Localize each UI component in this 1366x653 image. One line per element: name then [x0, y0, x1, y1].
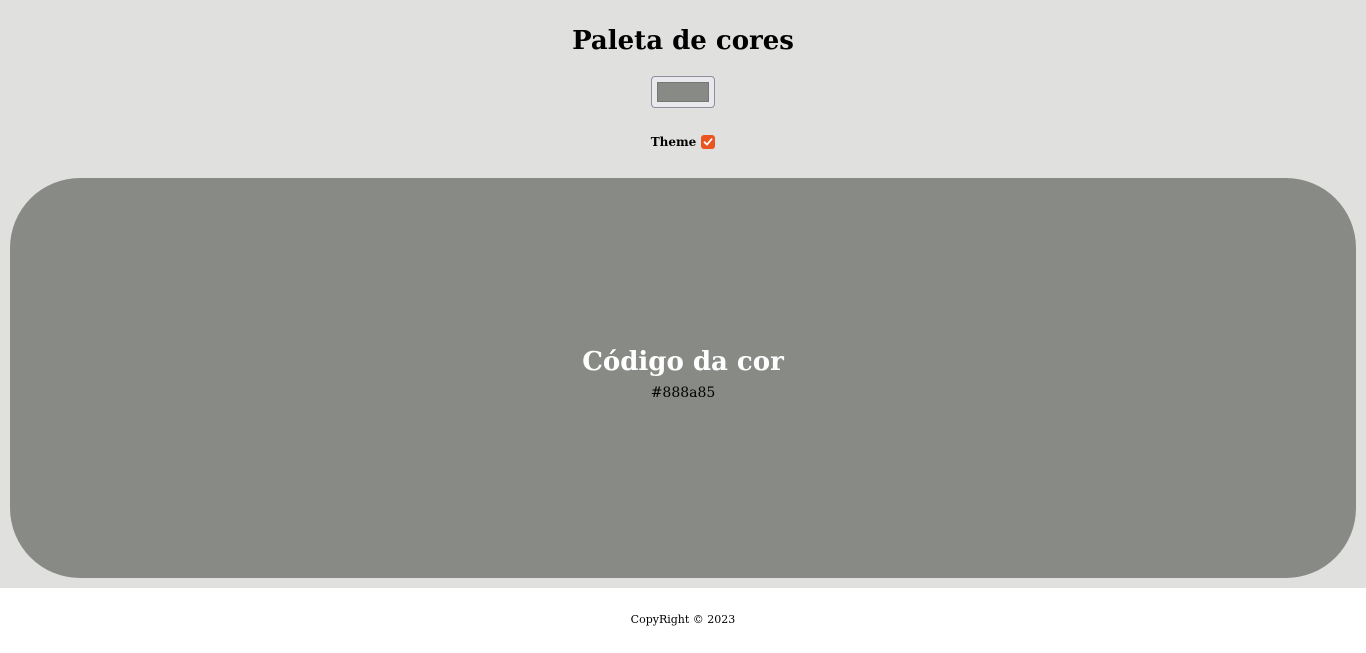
- color-code-heading: Código da cor: [582, 347, 784, 377]
- color-picker-swatch: [657, 82, 709, 102]
- theme-toggle-row: Theme: [0, 135, 1366, 149]
- main-section: Paleta de cores Theme Código da cor #888…: [0, 0, 1366, 588]
- theme-label: Theme: [650, 135, 697, 149]
- color-preview-panel: Código da cor #888a85: [10, 178, 1356, 578]
- color-code-value: #888a85: [650, 385, 716, 401]
- theme-checkbox[interactable]: [701, 135, 716, 149]
- copyright-text: CopyRight © 2023: [630, 612, 736, 626]
- page-title: Paleta de cores: [572, 26, 794, 56]
- checkmark-icon: [703, 138, 713, 146]
- footer: CopyRight © 2023: [0, 588, 1366, 653]
- color-picker-input[interactable]: [651, 76, 715, 108]
